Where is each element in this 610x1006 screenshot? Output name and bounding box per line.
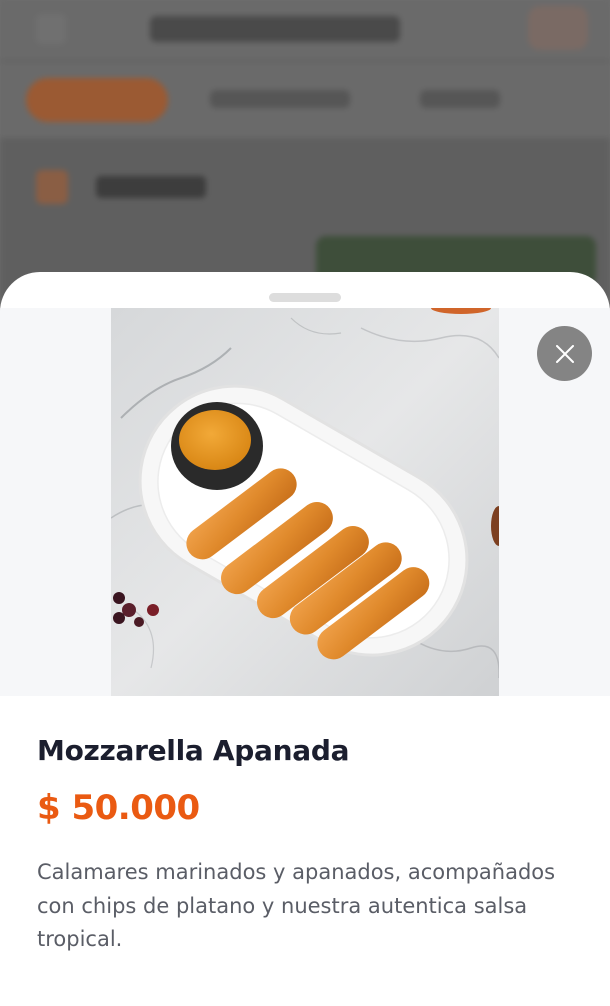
- background-app: [0, 0, 610, 300]
- product-image-area: [0, 308, 610, 696]
- product-description: Calamares marinados y apanados, acompaña…: [37, 860, 556, 951]
- background-title: [150, 16, 400, 42]
- product-image: [111, 308, 499, 696]
- close-icon: [555, 344, 574, 363]
- background-tab-active: [26, 78, 168, 122]
- background-tab: [420, 90, 500, 108]
- background-cart-icon: [528, 6, 588, 50]
- background-section-title: [96, 176, 206, 198]
- background-section-icon: [36, 170, 68, 204]
- background-back-icon: [36, 14, 66, 44]
- product-info: Mozzarella Apanada $ 50.000 Calamares ma…: [37, 730, 577, 957]
- product-detail-sheet: Mozzarella Apanada $ 50.000 Calamares ma…: [0, 272, 610, 1006]
- background-tab: [210, 90, 350, 108]
- product-price: $ 50.000: [37, 788, 200, 828]
- drag-handle[interactable]: [269, 293, 341, 302]
- close-button[interactable]: [537, 326, 592, 381]
- product-name: Mozzarella Apanada: [37, 734, 350, 767]
